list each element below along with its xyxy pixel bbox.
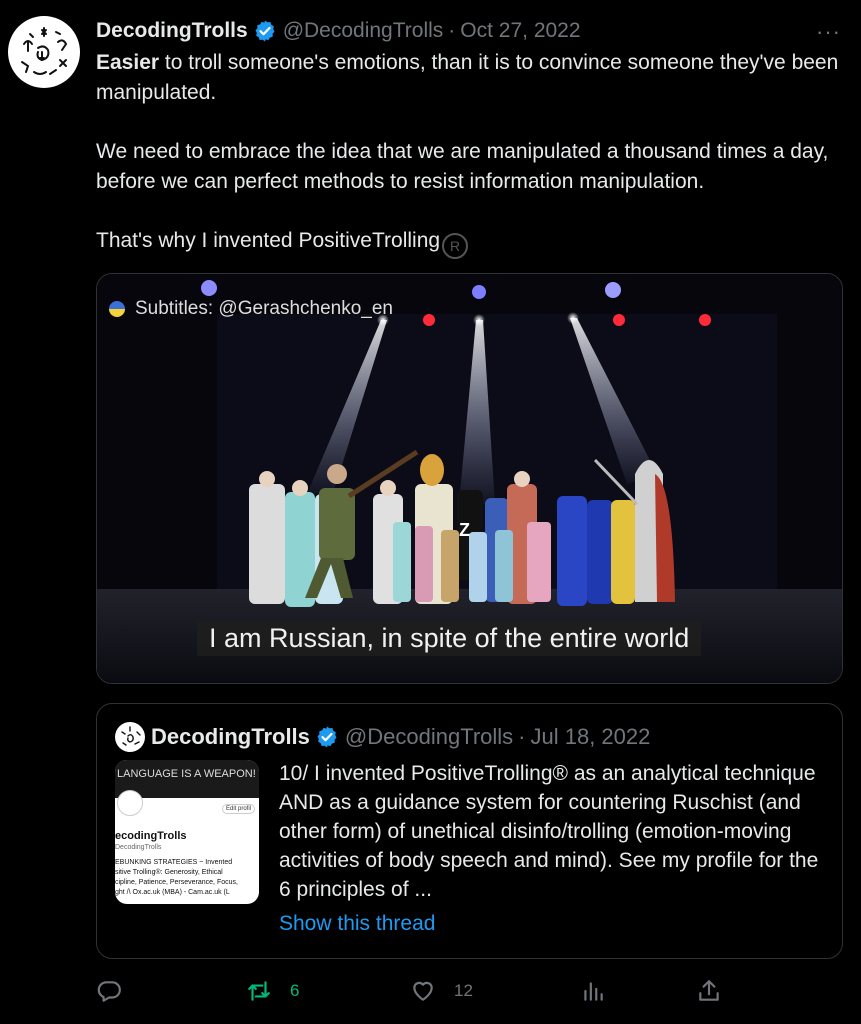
tweet-paragraph-2: We need to embrace the idea that we are … (96, 140, 829, 193)
author-handle[interactable]: @DecodingTrolls (283, 19, 444, 43)
subtitle-credit-text: Subtitles: @Gerashchenko_en (135, 298, 393, 319)
tweet-line-3: That's why I invented PositiveTrolling (96, 229, 441, 252)
like-button[interactable]: 12 (410, 978, 473, 1004)
thumbnail-bio-line: sitive Trolling®: Generosity, Ethical (115, 869, 223, 876)
quoted-author-avatar (115, 722, 145, 752)
thumbnail-edit-button: Edit profil (221, 804, 255, 814)
thumbnail-name: ecodingTrolls (115, 830, 187, 842)
bold-word: Easier (96, 51, 160, 74)
retweet-icon (248, 981, 270, 1001)
views-chart-icon (584, 982, 603, 1001)
separator-dot: · (448, 19, 456, 42)
more-options-icon[interactable]: ··· (816, 19, 841, 45)
avatar-doodle-icon (21, 27, 68, 75)
ukraine-flag-icon (109, 301, 125, 317)
avatar-doodle-icon (121, 726, 141, 746)
quoted-author-handle: @DecodingTrolls (344, 724, 514, 749)
tweet-header: DecodingTrolls @DecodingTrolls · Oct 27,… (96, 17, 841, 45)
video-media[interactable]: Z Subtitles: @Gerashchenko_en I am Russi… (96, 273, 843, 684)
thumbnail-bio-line: EBUNKING STRATEGIES ~ Invented (115, 859, 233, 866)
share-icon (699, 980, 719, 1001)
tweet-line-1: to troll someone's emotions, than it is … (96, 51, 839, 104)
thumbnail-avatar (117, 790, 143, 816)
quoted-tweet[interactable]: DecodingTrolls @DecodingTrolls · Jul 18,… (96, 703, 843, 959)
reply-icon (97, 981, 121, 1002)
quoted-tweet-thumbnail[interactable]: LANGUAGE IS A WEAPON! Edit profil ecodin… (115, 760, 259, 904)
verified-badge-icon[interactable] (253, 19, 277, 43)
video-caption: I am Russian, in spite of the entire wor… (197, 621, 702, 656)
retweet-button[interactable]: 6 (246, 978, 299, 1004)
shirt-letter: Z (459, 520, 470, 540)
quoted-tweet-date: Jul 18, 2022 (530, 724, 651, 749)
views-button[interactable] (580, 978, 606, 1004)
tweet-text: Easier to troll someone's emotions, than… (96, 48, 848, 288)
show-thread-link[interactable]: Show this thread (279, 912, 435, 936)
quoted-tweet-header: DecodingTrolls @DecodingTrolls · Jul 18,… (115, 722, 650, 752)
heart-icon (413, 981, 433, 1001)
reply-button[interactable] (96, 978, 122, 1004)
thumbnail-bio-line: ght /\ Ox.ac.uk (MBA) - Cam.ac.uk (L (115, 889, 230, 896)
tweet-action-bar: 6 12 (96, 978, 736, 1008)
quoted-tweet-text: 10/ I invented PositiveTrolling® as an a… (279, 762, 819, 901)
author-name[interactable]: DecodingTrolls (96, 19, 248, 43)
tweet-paragraph-3: That's why I invented PositiveTrolling R (96, 226, 848, 259)
like-count: 12 (454, 981, 473, 1000)
share-button[interactable] (696, 978, 722, 1004)
thumbnail-bio: EBUNKING STRATEGIES ~ Invented sitive Tr… (115, 858, 259, 898)
verified-badge-icon (315, 725, 339, 749)
tweet-paragraph-1: Easier to troll someone's emotions, than… (96, 48, 848, 108)
thumbnail-handle: DecodingTrolls (115, 844, 162, 851)
tweet-date[interactable]: Oct 27, 2022 (460, 19, 580, 43)
author-avatar[interactable] (8, 16, 80, 88)
subtitle-credit: Subtitles: @Gerashchenko_en (109, 298, 393, 320)
thumbnail-bio-line: cipline, Patience, Perseverance, Focus, (115, 879, 238, 886)
retweet-count: 6 (290, 981, 300, 1000)
quoted-author-name: DecodingTrolls (151, 724, 310, 749)
registered-mark-icon: R (442, 233, 469, 259)
separator-dot: · (518, 724, 526, 749)
